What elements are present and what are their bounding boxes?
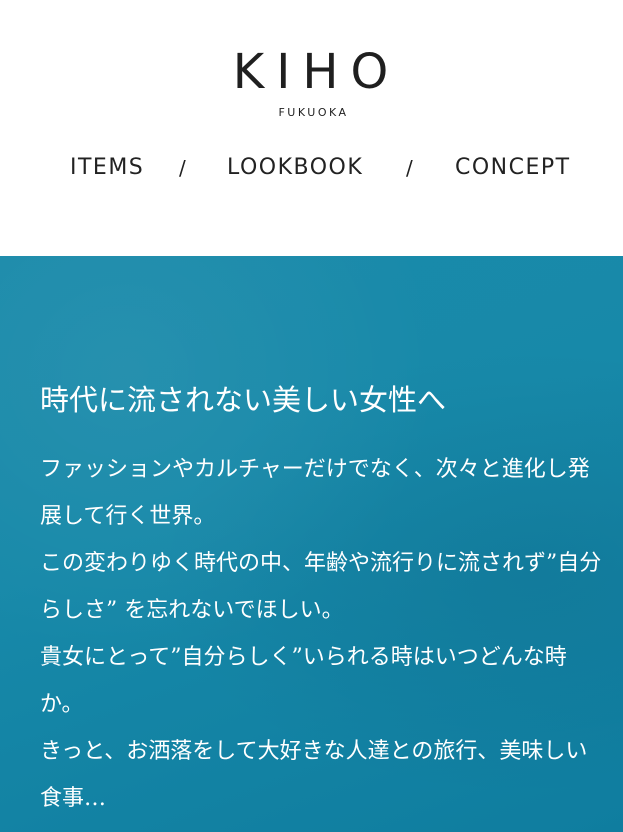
nav-item-items[interactable]: ITEMS xyxy=(70,154,144,182)
logo-subtitle: FUKUOKA xyxy=(278,106,349,119)
hero-section: 時代に流されない美しい女性へ ファッションやカルチャーだけでなく、次々と進化し発… xyxy=(0,256,623,832)
nav-separator: / xyxy=(179,156,186,180)
main-nav: ITEMS / LOOKBOOK / CONCEPT xyxy=(0,154,623,184)
nav-item-lookbook[interactable]: LOOKBOOK xyxy=(227,154,363,182)
site-header: KIHO FUKUOKA ITEMS / LOOKBOOK / CONCEPT xyxy=(0,0,623,256)
logo[interactable]: KIHO xyxy=(0,44,623,100)
hero-paragraph: この変わりゆく時代の中、年齢や流行りに流されず”自分らしさ” を忘れないでほしい… xyxy=(40,551,602,623)
nav-item-concept[interactable]: CONCEPT xyxy=(455,154,571,182)
hero-body: ファッションやカルチャーだけでなく、次々と進化し発展して行く世界。 この変わりゆ… xyxy=(40,446,605,822)
hero-title: 時代に流されない美しい女性へ xyxy=(40,383,447,417)
hero-paragraph: 貴女にとって”自分らしく”いられる時はいつどんな時か。 xyxy=(40,645,567,717)
nav-separator: / xyxy=(406,156,413,180)
hero-paragraph: ファッションやカルチャーだけでなく、次々と進化し発展して行く世界。 xyxy=(40,457,590,529)
hero-paragraph: きっと、お洒落をして大好きな人達との旅行、美味しい食事… xyxy=(40,739,588,811)
